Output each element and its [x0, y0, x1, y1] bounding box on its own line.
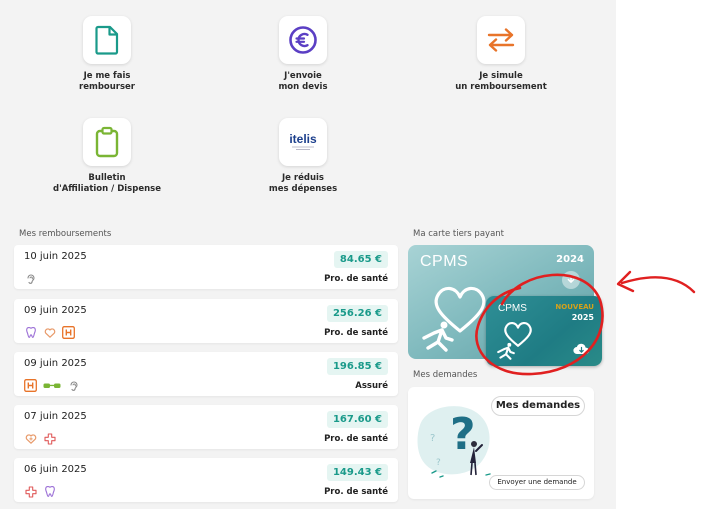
- reimbursement-date: 06 juin 2025: [24, 464, 87, 475]
- cross-icon: [24, 485, 37, 498]
- svg-text:?: ?: [430, 433, 435, 444]
- download-icon[interactable]: [573, 340, 590, 357]
- card-year: 2024: [556, 254, 584, 265]
- action-reduce-expenses[interactable]: itelis Je réduis mes dépenses: [228, 118, 378, 195]
- reimbursement-row[interactable]: 09 juin 2025 256.26 € Pro. de santé: [14, 299, 398, 343]
- clipboard-icon: [83, 118, 131, 166]
- svg-text:?: ?: [450, 409, 476, 460]
- download-icon[interactable]: [562, 271, 580, 289]
- mes-demandes-button[interactable]: Mes demandes: [491, 396, 585, 416]
- reimbursement-amount: 84.65 €: [333, 251, 388, 268]
- reimbursement-recipient: Pro. de santé: [324, 274, 388, 284]
- reimbursement-amount: 256.26 €: [326, 305, 388, 322]
- tooth-icon: [24, 326, 37, 339]
- card-year: 2025: [571, 313, 594, 322]
- runner-icon: [497, 342, 515, 360]
- action-simulate[interactable]: Je simule un remboursement: [426, 16, 576, 93]
- action-send-quote[interactable]: J'envoie mon devis: [228, 16, 378, 93]
- reimbursement-row[interactable]: 09 juin 2025 196.85 € Assuré: [14, 352, 398, 396]
- card-brand: CPMS: [420, 253, 469, 270]
- ear-icon: [24, 272, 37, 285]
- reimbursement-date: 07 juin 2025: [24, 411, 87, 422]
- heart-plus-icon: [24, 432, 37, 445]
- reimbursement-row[interactable]: 06 juin 2025 149.43 € Pro. de santé: [14, 458, 398, 502]
- annotation-arrowhead: [616, 270, 635, 293]
- tiers-payant-card-2025[interactable]: CPMS NOUVEAU 2025: [486, 296, 602, 366]
- reimbursement-date: 09 juin 2025: [24, 305, 87, 316]
- app-background: Je me fais rembourser J'envoie mon devis…: [0, 0, 616, 509]
- reimbursements-title: Mes remboursements: [19, 229, 112, 239]
- glasses-icon: [43, 379, 61, 392]
- document-icon: [83, 16, 131, 64]
- reimbursement-row[interactable]: 10 juin 2025 84.65 € Pro. de santé: [14, 245, 398, 289]
- annotation-arrow: [620, 276, 696, 294]
- cross-icon: [43, 432, 56, 445]
- reimbursement-amount: 149.43 €: [326, 464, 388, 481]
- runner-icon: [422, 321, 454, 352]
- itelis-logo-text: itelis: [289, 132, 317, 146]
- action-simulate-label: Je simule un remboursement: [455, 71, 547, 92]
- reimbursement-amount: 167.60 €: [326, 411, 388, 428]
- action-send-quote-label: J'envoie mon devis: [278, 71, 328, 92]
- ear-icon: [67, 379, 80, 392]
- reimbursement-date: 10 juin 2025: [24, 251, 87, 262]
- heart-icon: [43, 326, 56, 339]
- card-new-badge: NOUVEAU: [555, 303, 594, 311]
- send-request-button[interactable]: Envoyer une demande: [489, 475, 585, 490]
- action-reimburse-label: Je me fais rembourser: [79, 71, 135, 92]
- hospital-icon: [62, 326, 75, 339]
- reimbursement-recipient: Pro. de santé: [324, 328, 388, 338]
- itelis-logo: itelis: [279, 118, 327, 166]
- reimbursement-date: 09 juin 2025: [24, 358, 87, 369]
- svg-text:?: ?: [436, 458, 441, 468]
- reimbursement-amount: 196.85 €: [326, 358, 388, 375]
- demandes-card: ? ? ? Mes demandes Envoyer une demande: [408, 387, 594, 499]
- reimbursement-recipient: Pro. de santé: [324, 434, 388, 444]
- action-affiliation[interactable]: Bulletin d'Affiliation / Dispense: [32, 118, 182, 195]
- euro-icon: [279, 16, 327, 64]
- card-brand: CPMS: [498, 303, 527, 314]
- reimbursement-recipient: Pro. de santé: [324, 487, 388, 497]
- tooth-icon: [43, 485, 56, 498]
- action-affiliation-label: Bulletin d'Affiliation / Dispense: [53, 173, 161, 194]
- question-illustration: ? ? ?: [417, 406, 491, 478]
- tiers-payant-title: Ma carte tiers payant: [413, 229, 504, 239]
- reimbursement-recipient: Assuré: [355, 381, 388, 391]
- demandes-title: Mes demandes: [413, 370, 478, 380]
- action-reduce-expenses-label: Je réduis mes dépenses: [268, 173, 338, 194]
- hospital-icon: [24, 379, 37, 392]
- transfer-arrows-icon: [477, 16, 525, 64]
- action-reimburse[interactable]: Je me fais rembourser: [32, 16, 182, 93]
- reimbursement-row[interactable]: 07 juin 2025 167.60 € Pro. de santé: [14, 405, 398, 449]
